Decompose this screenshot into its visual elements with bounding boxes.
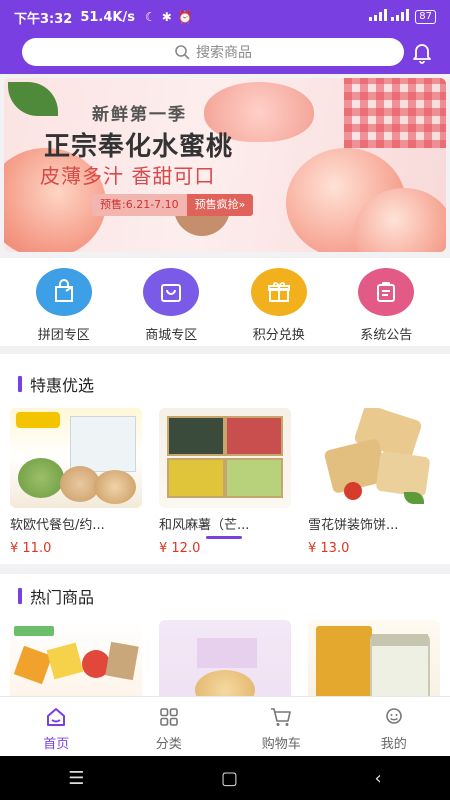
product-list <box>0 620 450 696</box>
presale-tag: 预售:6.21-7.10 预售疯抢» <box>92 194 254 216</box>
search-placeholder: 搜索商品 <box>196 45 252 61</box>
header: 搜索商品 <box>0 34 450 74</box>
product-image <box>308 620 440 696</box>
tab-label: 分类 <box>155 737 182 752</box>
cart-icon <box>271 708 292 726</box>
quick-item-points[interactable]: 积分兑换 <box>234 258 324 346</box>
network-speed: 51.4K/s <box>80 9 135 25</box>
product-price: ¥ 11.0 <box>10 541 52 556</box>
profile-icon <box>385 708 402 724</box>
product-name: 和风麻薯（芒... <box>159 518 250 533</box>
product-image <box>159 408 291 508</box>
banner-title: 正宗奉化水蜜桃 <box>44 132 234 162</box>
status-time: 下午3:32 <box>14 11 73 27</box>
product-image <box>308 408 440 508</box>
section-header: 热门商品 <box>0 578 450 614</box>
special-offers-section: 特惠优选 软欧代餐包/约... ¥ 11.0 和风麻薯（芒... ¥ 12.0 <box>0 354 450 564</box>
shopping-bag-icon <box>143 268 200 316</box>
presale-cta: 预售疯抢» <box>186 194 254 216</box>
banner-slogan: 皮薄多汁 香甜可口 <box>40 164 216 188</box>
tab-label: 我的 <box>380 737 407 752</box>
product-list: 软欧代餐包/约... ¥ 11.0 和风麻薯（芒... ¥ 12.0 雪花饼装饰… <box>0 408 450 556</box>
quick-item-label: 商城专区 <box>145 328 198 343</box>
scroll-indicator <box>206 536 242 539</box>
system-nav-bar: ☰ ▢ ‹ <box>0 756 450 800</box>
bottom-tab-bar: 首页 分类 购物车 我的 <box>0 696 450 756</box>
product-price: ¥ 13.0 <box>308 541 350 556</box>
quick-item-group-buy[interactable]: 拼团专区 <box>19 258 109 346</box>
product-card[interactable] <box>308 620 440 696</box>
home-square-icon[interactable]: ▢ <box>221 768 238 789</box>
product-card[interactable]: 软欧代餐包/约... ¥ 11.0 <box>10 408 142 556</box>
banner-subtitle: 新鲜第一季 <box>92 105 187 125</box>
hot-products-section: 热门商品 <box>0 574 450 696</box>
product-name: 软欧代餐包/约... <box>10 518 105 533</box>
tab-profile[interactable]: 我的 <box>338 697 450 756</box>
section-title: 热门商品 <box>30 588 95 607</box>
product-image <box>10 408 142 508</box>
quick-item-mall[interactable]: 商城专区 <box>126 258 216 346</box>
quick-item-notice[interactable]: 系统公告 <box>341 258 431 346</box>
product-image <box>10 620 142 696</box>
product-image <box>159 620 291 696</box>
back-icon[interactable]: ‹ <box>375 768 382 789</box>
product-name: 雪花饼装饰饼... <box>308 518 399 533</box>
category-icon <box>159 708 178 726</box>
section-marker <box>18 376 22 392</box>
product-card[interactable] <box>10 620 142 696</box>
moon-icon: ☾ <box>144 10 156 24</box>
tab-home[interactable]: 首页 <box>0 697 113 756</box>
tab-cart[interactable]: 购物车 <box>225 697 338 756</box>
section-title: 特惠优选 <box>30 376 95 395</box>
quick-item-label: 积分兑换 <box>252 328 305 343</box>
section-marker <box>18 588 22 604</box>
status-bar: 下午3:32 51.4K/s ☾ ✱ ⏰ 87 <box>0 0 450 34</box>
battery-icon: 87 <box>415 10 436 24</box>
presale-date: 预售:6.21-7.10 <box>92 194 187 216</box>
notice-icon <box>358 268 415 316</box>
promo-banner[interactable]: 新鲜第一季 正宗奉化水蜜桃 皮薄多汁 香甜可口 预售:6.21-7.10 预售疯… <box>4 78 446 252</box>
quick-menu: 拼团专区 商城专区 积分兑换 系统公告 <box>0 258 450 346</box>
section-header: 特惠优选 <box>0 366 450 402</box>
menu-icon[interactable]: ☰ <box>68 768 84 789</box>
search-icon <box>175 45 190 60</box>
group-buy-icon <box>35 268 92 316</box>
search-input[interactable]: 搜索商品 <box>22 38 404 66</box>
alarm-icon: ⏰ <box>177 10 193 24</box>
product-card[interactable]: 雪花饼装饰饼... ¥ 13.0 <box>308 408 440 556</box>
product-card[interactable] <box>159 620 291 696</box>
home-icon <box>47 708 66 726</box>
leaf-decoration <box>8 82 58 116</box>
gift-icon <box>250 268 307 316</box>
tab-label: 购物车 <box>261 737 301 752</box>
tab-category[interactable]: 分类 <box>113 697 226 756</box>
product-price: ¥ 12.0 <box>159 541 201 556</box>
tablecloth-decoration <box>344 78 446 148</box>
bell-icon[interactable] <box>410 40 434 64</box>
tab-label: 首页 <box>43 737 70 752</box>
signal-icon <box>369 9 410 25</box>
product-card[interactable]: 和风麻薯（芒... ¥ 12.0 <box>159 408 291 556</box>
quick-item-label: 拼团专区 <box>37 328 90 343</box>
quick-item-label: 系统公告 <box>360 328 413 343</box>
bluetooth-icon: ✱ <box>161 10 172 24</box>
